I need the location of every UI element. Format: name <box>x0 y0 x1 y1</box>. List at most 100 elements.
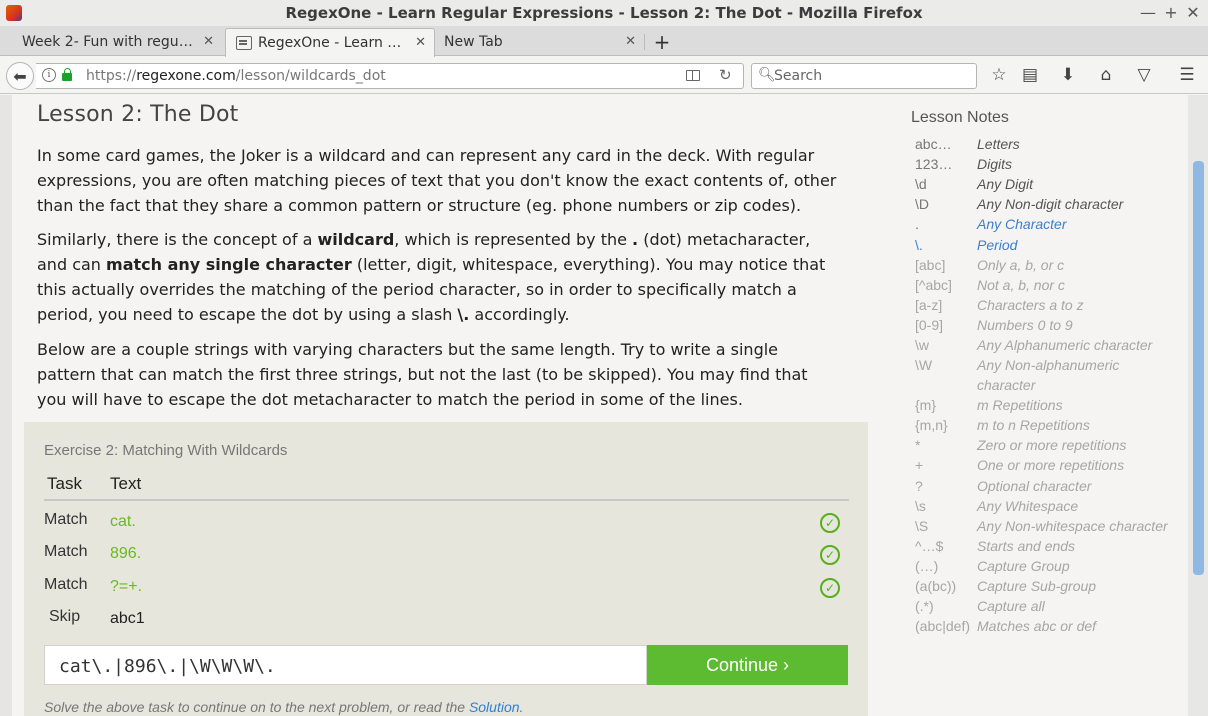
note-syntax: 123… <box>915 156 953 173</box>
para2-bold-escape: \. <box>457 305 470 324</box>
note-description: Any Non-whitespace character <box>977 517 1168 534</box>
tab-label: New Tab <box>444 34 503 50</box>
check-circle-icon: ✓ <box>820 578 840 598</box>
note-description: Numbers 0 to 9 <box>977 316 1073 333</box>
note-description: Only a, b, or c <box>977 256 1065 273</box>
note-syntax: \d <box>915 176 927 193</box>
tab-regexone[interactable]: RegexOne - Learn R... ✕ <box>225 28 435 57</box>
info-icon[interactable]: i <box>42 68 56 82</box>
test-string: cat. <box>110 513 136 530</box>
task-label: Skip <box>49 608 81 625</box>
note-syntax: \s <box>915 497 926 514</box>
note-syntax: \. <box>915 236 923 253</box>
note-syntax: ^…$ <box>915 537 944 554</box>
table-row: Match ?=+. ✓ <box>24 576 868 606</box>
url-bar[interactable]: i https://regexone.com/lesson/wildcards_… <box>36 63 744 89</box>
note-description: Any Non-alphanumeric character <box>977 357 1120 394</box>
navigation-toolbar: ⬅ i https://regexone.com/lesson/wildcard… <box>0 57 1208 94</box>
bookmark-star-icon[interactable]: ☆ <box>989 65 1009 85</box>
note-description: Any Digit <box>977 176 1034 193</box>
scrollbar-thumb[interactable] <box>1193 161 1204 575</box>
task-label: Match <box>44 543 88 560</box>
note-syntax: \W <box>915 357 933 374</box>
downloads-icon[interactable]: ⬇ <box>1058 65 1078 85</box>
table-row: Skip abc1 <box>24 608 868 638</box>
para2-bold-wildcard: wildcard <box>317 230 395 249</box>
note-syntax: abc… <box>915 136 952 152</box>
check-circle-icon: ✓ <box>820 513 840 533</box>
note-description: Not a, b, nor c <box>977 276 1065 293</box>
maximize-button[interactable]: + <box>1163 3 1179 22</box>
exercise-footer: Solve the above task to continue on to t… <box>44 699 523 715</box>
solution-link[interactable]: Solution <box>469 699 520 715</box>
task-label: Match <box>44 576 88 593</box>
url-text[interactable]: https://regexone.com/lesson/wildcards_do… <box>86 68 386 84</box>
close-window-button[interactable]: ✕ <box>1185 3 1201 22</box>
column-header-task: Task <box>47 474 82 493</box>
note-description: Period <box>977 236 1018 253</box>
task-label: Match <box>44 511 88 528</box>
note-syntax: (.*) <box>915 598 934 615</box>
back-arrow-icon: ⬅ <box>13 66 27 86</box>
menu-hamburger-icon[interactable]: ☰ <box>1177 65 1197 85</box>
tab-week2[interactable]: Week 2- Fun with regul... ✕ <box>12 28 222 56</box>
para2-text: accordingly. <box>469 305 570 324</box>
table-row: Match 896. ✓ <box>24 543 868 573</box>
table-row: Match cat. ✓ <box>24 511 868 541</box>
back-button[interactable]: ⬅ <box>6 62 34 90</box>
search-input[interactable] <box>774 67 972 85</box>
new-tab-plus-icon[interactable]: + <box>652 30 672 54</box>
note-description: Capture Sub-group <box>977 578 1097 594</box>
note-description: Starts and ends <box>977 537 1076 554</box>
tab-strip: Week 2- Fun with regul... ✕ RegexOne - L… <box>0 26 1208 57</box>
header-divider <box>44 499 849 501</box>
tab-label: Week 2- Fun with regul... <box>22 34 194 50</box>
note-description: Matches abc or def <box>977 618 1097 635</box>
search-box[interactable]: 🔍︎ <box>751 63 977 89</box>
note-syntax: \S <box>915 517 929 534</box>
tab-separator <box>644 34 645 50</box>
page-scrollbar[interactable] <box>1188 95 1208 716</box>
para2-bold-match-any: match any single character <box>106 255 352 274</box>
tab-close-icon[interactable]: ✕ <box>203 34 214 49</box>
pocket-icon[interactable]: ▽ <box>1134 65 1154 85</box>
lesson-paragraph-2: Similarly, there is the concept of a wil… <box>37 227 837 327</box>
note-syntax: {m} <box>915 397 937 414</box>
para2-text: , which is represented by the <box>394 230 633 249</box>
note-syntax: [a-z] <box>915 296 943 313</box>
footer-text: Solve the above task to continue on to t… <box>44 699 469 715</box>
note-description: Letters <box>977 136 1020 152</box>
tab-label: RegexOne - Learn R... <box>258 35 408 51</box>
note-description: Zero or more repetitions <box>977 437 1127 454</box>
lesson-title: Lesson 2: The Dot <box>37 102 239 127</box>
note-description: m to n Repetitions <box>977 417 1090 434</box>
note-syntax: \w <box>915 337 929 353</box>
home-icon[interactable]: ⌂ <box>1096 65 1116 85</box>
lesson-paragraph-1: In some card games, the Joker is a wildc… <box>37 146 837 215</box>
note-syntax: . <box>915 216 919 233</box>
tab-new[interactable]: New Tab ✕ <box>434 28 644 56</box>
library-icon[interactable]: ▤ <box>1020 65 1040 85</box>
reader-view-icon[interactable] <box>686 70 700 81</box>
note-syntax: [abc] <box>915 256 946 273</box>
continue-button[interactable]: Continue › <box>647 645 848 685</box>
column-header-text: Text <box>110 474 142 493</box>
tab-close-icon[interactable]: ✕ <box>625 34 636 49</box>
lesson-paragraph-3: Below are a couple strings with varying … <box>37 340 808 409</box>
regex-answer-input[interactable]: cat\.|896\.|\W\W\W\. <box>44 645 647 685</box>
url-host: regexone.com <box>136 68 236 84</box>
note-syntax: [0-9] <box>915 316 944 333</box>
note-description: Capture all <box>977 598 1045 615</box>
note-syntax: [^abc] <box>915 276 952 293</box>
reload-icon[interactable]: ↻ <box>719 66 732 84</box>
lock-icon[interactable] <box>62 68 72 81</box>
firefox-icon <box>6 5 22 21</box>
para2-text: Similarly, there is the concept of a <box>37 230 318 249</box>
minimize-button[interactable]: — <box>1140 3 1156 22</box>
reader-favicon-icon <box>236 36 252 50</box>
exercise-panel: Exercise 2: Matching With Wildcards Task… <box>24 422 868 716</box>
left-gutter <box>0 95 12 716</box>
test-string: ?=+. <box>110 578 143 595</box>
tab-close-icon[interactable]: ✕ <box>415 35 426 50</box>
note-syntax: {m,n} <box>915 417 948 434</box>
